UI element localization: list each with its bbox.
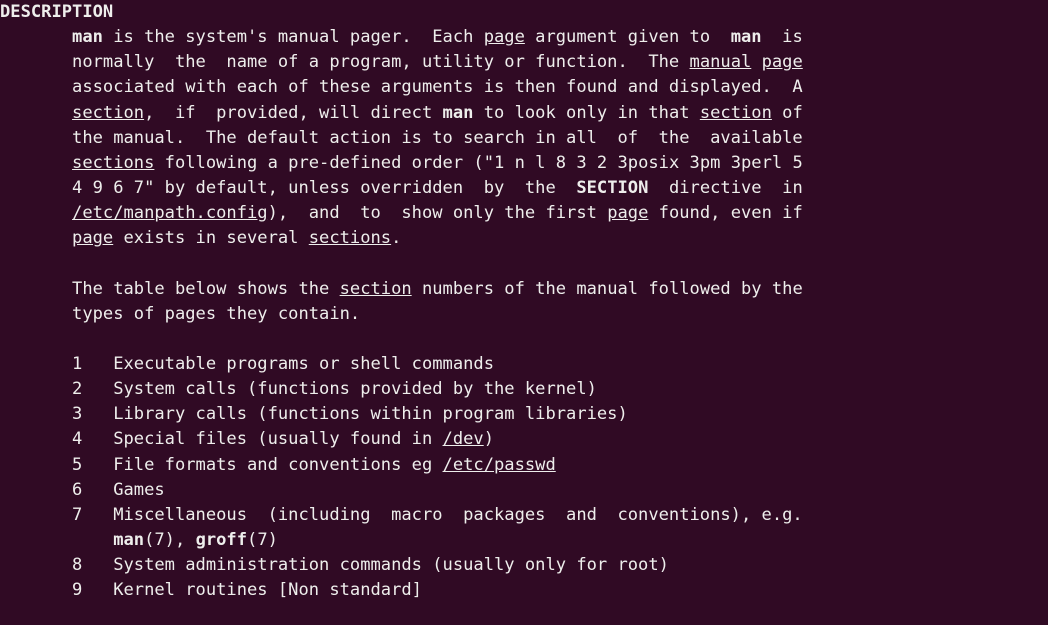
terminal-text-row: 4 Special files (usually found in /dev) — [0, 427, 1048, 452]
terminal-text-row: 7 Miscellaneous (including macro package… — [0, 503, 1048, 528]
text-span: 7 Miscellaneous (including macro package… — [0, 504, 803, 525]
bold-text-span: man — [442, 102, 474, 123]
terminal-text-row: 8 System administration commands (usuall… — [0, 553, 1048, 578]
bold-text-span: SECTION — [576, 177, 649, 198]
terminal-text-row: man is the system's manual pager. Each p… — [0, 25, 1048, 50]
text-span: ), and to show only the first — [267, 203, 608, 224]
underlined-link-span: page — [761, 52, 803, 73]
terminal-text-row: 1 Executable programs or shell commands — [0, 352, 1048, 377]
text-span — [0, 228, 72, 248]
terminal-text-row: 5 File formats and conventions eg /etc/p… — [0, 453, 1048, 478]
text-span: 1 Executable programs or shell commands — [0, 353, 494, 374]
bold-text-span: DESCRIPTION — [0, 2, 114, 22]
text-span: , if provided, will direct — [144, 102, 443, 123]
text-span: 8 System administration commands (usuall… — [0, 555, 669, 576]
text-span: 9 Kernel routines [Non standard] — [0, 580, 422, 601]
underlined-link-span: /etc/passwd — [442, 454, 556, 475]
text-span: 6 Games — [0, 479, 165, 500]
text-span: (7) — [247, 529, 278, 550]
text-span: exists in several — [113, 228, 309, 249]
terminal-text-row: types of pages they contain. — [0, 302, 1048, 327]
bold-text-span: man — [72, 27, 103, 48]
underlined-link-span: page — [483, 27, 525, 48]
terminal-text-row: 2 System calls (functions provided by th… — [0, 377, 1048, 402]
underlined-link-span: page — [607, 203, 649, 224]
terminal-text-row: the manual. The default action is to sea… — [0, 126, 1048, 151]
terminal-text-row: /etc/manpath.config), and to show only t… — [0, 201, 1048, 226]
underlined-link-span: sections — [308, 228, 392, 249]
text-span: normally the name of a program, utility … — [0, 52, 690, 73]
text-span — [0, 153, 72, 173]
text-span: the manual. The default action is to sea… — [0, 127, 803, 148]
text-span — [0, 27, 72, 47]
terminal-text-row: 3 Library calls (functions within progra… — [0, 402, 1048, 427]
terminal-text-row: 9 Kernel routines [Non standard] — [0, 578, 1048, 603]
text-span: following a pre-defined order ("1 n l 8 … — [154, 152, 803, 173]
terminal-text-row: The table below shows the section number… — [0, 277, 1048, 302]
terminal-blank-row — [0, 251, 1048, 276]
text-span: associated with each of these arguments … — [0, 77, 803, 98]
manpage-section-heading: DESCRIPTION — [0, 0, 1048, 25]
terminal-text-row: page exists in several sections. — [0, 226, 1048, 251]
text-span: directive in — [648, 177, 803, 198]
text-span: The table below shows the — [0, 278, 340, 299]
terminal-text-row: sections following a pre-defined order (… — [0, 151, 1048, 176]
text-span: 3 Library calls (functions within progra… — [0, 404, 628, 425]
text-span: 4 9 6 7" by default, unless overridden b… — [0, 177, 577, 198]
text-span — [0, 329, 10, 349]
text-span: (7), — [144, 529, 196, 550]
bold-text-span: man — [730, 27, 762, 48]
text-span — [0, 530, 113, 550]
underlined-link-span: sections — [72, 152, 155, 173]
text-span: 2 System calls (functions provided by th… — [0, 379, 597, 400]
underlined-link-span: page — [72, 228, 114, 249]
text-span: . — [391, 228, 402, 249]
text-span: of — [771, 102, 803, 123]
terminal-text-row: associated with each of these arguments … — [0, 75, 1048, 100]
text-span: numbers of the manual followed by the — [411, 278, 803, 299]
text-span: argument given to — [524, 27, 731, 48]
text-span: types of pages they contain. — [0, 303, 361, 324]
text-span — [0, 253, 10, 273]
terminal-text-row: man(7), groff(7) — [0, 528, 1048, 553]
bold-text-span: groff — [195, 529, 248, 550]
terminal-screen[interactable]: DESCRIPTION man is the system's manual p… — [0, 0, 1048, 625]
bold-text-span: man — [113, 529, 145, 550]
terminal-text-row: normally the name of a program, utility … — [0, 50, 1048, 75]
underlined-link-span: /dev — [442, 429, 484, 450]
text-span: is — [761, 27, 803, 48]
underlined-link-span: section — [699, 102, 772, 123]
text-span: 4 Special files (usually found in — [0, 429, 443, 450]
text-span: found, even if — [648, 203, 803, 224]
text-span: 5 File formats and conventions eg — [0, 454, 443, 475]
text-span — [0, 103, 72, 123]
underlined-link-span: section — [72, 102, 145, 123]
text-span: is the system's manual pager. Each — [102, 27, 484, 48]
text-span — [0, 203, 72, 223]
terminal-text-row: 6 Games — [0, 478, 1048, 503]
text-span: to look only in that — [473, 102, 700, 123]
text-span: ) — [483, 429, 494, 450]
underlined-link-span: manual — [689, 52, 752, 73]
underlined-link-span: section — [339, 278, 412, 299]
text-span — [751, 52, 761, 72]
underlined-link-span: /etc/manpath.config — [72, 203, 268, 224]
terminal-text-row: section, if provided, will direct man to… — [0, 101, 1048, 126]
terminal-text-row: 4 9 6 7" by default, unless overridden b… — [0, 176, 1048, 201]
terminal-blank-row — [0, 327, 1048, 352]
